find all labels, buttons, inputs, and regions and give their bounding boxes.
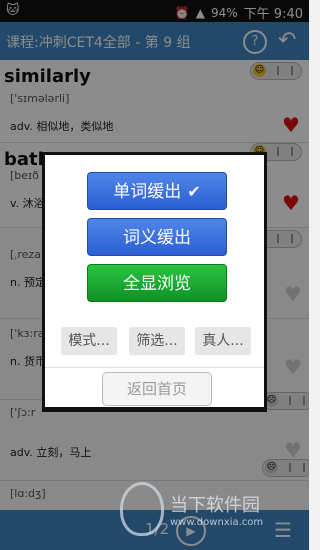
filter-button[interactable]: 筛选... <box>129 327 185 355</box>
divider <box>45 367 264 368</box>
watermark-text: 当下软件园 <box>170 494 260 516</box>
meaning-fade-label: 词义缓出 <box>123 228 191 248</box>
back-home-button[interactable]: 返回首页 <box>102 372 212 406</box>
watermark: 当下软件园 www.downxia.com <box>120 482 263 536</box>
watermark-logo <box>120 482 164 536</box>
mode-button[interactable]: 模式... <box>61 327 117 355</box>
real-voice-button[interactable]: 真人... <box>195 327 251 355</box>
full-view-label: 全显浏览 <box>123 274 191 294</box>
full-view-button[interactable]: 全显浏览 <box>87 264 227 302</box>
check-icon: ✔ <box>187 182 201 201</box>
meaning-fade-button[interactable]: 词义缓出 <box>87 218 227 256</box>
display-mode-dialog: 单词缓出 ✔ 词义缓出 全显浏览 模式... 筛选... 真人... 返回首页 <box>42 152 267 412</box>
word-fade-label: 单词缓出 <box>113 182 182 202</box>
watermark-url: www.downxia.com <box>170 516 264 528</box>
word-fade-button[interactable]: 单词缓出 ✔ <box>87 172 227 210</box>
dialog-bottom-border <box>45 407 264 412</box>
